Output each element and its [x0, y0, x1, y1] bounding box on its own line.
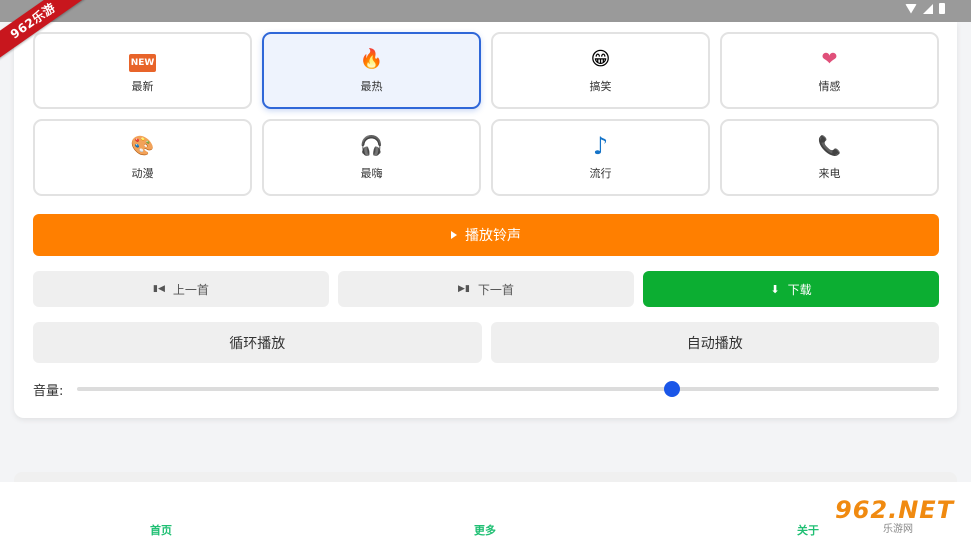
next-button[interactable]: ▶▮ 下一首	[338, 271, 634, 307]
category-label: 情感	[818, 79, 841, 93]
volume-slider-thumb[interactable]	[663, 381, 680, 397]
control-row: ▮◀ 上一首 ▶▮ 下一首 ⬇ 下载	[33, 271, 939, 307]
download-button[interactable]: ⬇ 下载	[643, 271, 939, 307]
download-label: 下载	[787, 282, 812, 297]
play-label: 播放铃声	[465, 228, 521, 244]
category-funny[interactable]: 😁 搞笑	[491, 32, 710, 109]
skip-previous-icon: ▮◀	[153, 284, 165, 294]
category-grid: NEW 最新 🔥 最热 😁 搞笑 ❤ 情感 🎨 动漫 🎧 最嗨 ♪ 流行 📞 来…	[33, 32, 939, 196]
category-hot[interactable]: 🔥 最热	[262, 32, 481, 109]
category-label: 最嗨	[360, 166, 383, 180]
heart-icon: ❤	[821, 47, 838, 70]
wifi-icon	[905, 3, 917, 14]
category-latest[interactable]: NEW 最新	[33, 32, 252, 109]
palette-icon: 🎨	[130, 134, 155, 157]
skip-next-icon: ▶▮	[458, 284, 470, 294]
loop-play-button[interactable]: 循环播放	[33, 322, 482, 363]
fire-icon: 🔥	[359, 47, 384, 70]
player-card: NEW 最新 🔥 最热 😁 搞笑 ❤ 情感 🎨 动漫 🎧 最嗨 ♪ 流行 📞 来…	[14, 22, 957, 418]
music-note-icon: ♪	[592, 131, 609, 160]
category-label: 流行	[589, 166, 612, 180]
category-label: 搞笑	[589, 79, 612, 93]
category-party[interactable]: 🎧 最嗨	[262, 119, 481, 196]
headphones-icon: 🎧	[359, 134, 384, 157]
category-label: 最热	[360, 79, 383, 93]
play-ringtone-button[interactable]: 播放铃声	[33, 214, 939, 256]
category-label: 来电	[818, 166, 841, 180]
category-emotion[interactable]: ❤ 情感	[720, 32, 939, 109]
autoplay-button[interactable]: 自动播放	[490, 322, 939, 363]
battery-icon	[939, 3, 945, 14]
category-pop[interactable]: ♪ 流行	[491, 119, 710, 196]
nav-about[interactable]: 关于	[797, 522, 819, 538]
category-ringtone[interactable]: 📞 来电	[720, 119, 939, 196]
category-label: 动漫	[131, 166, 154, 180]
watermark-sub: 乐游网	[883, 523, 913, 535]
category-anime[interactable]: 🎨 动漫	[33, 119, 252, 196]
new-icon: NEW	[128, 48, 157, 72]
previous-label: 上一首	[172, 282, 209, 297]
download-icon: ⬇	[770, 282, 780, 296]
nav-more[interactable]: 更多	[474, 522, 496, 538]
category-label: 最新	[131, 79, 154, 93]
next-label: 下一首	[477, 282, 514, 297]
mode-row: 循环播放 自动播放	[33, 322, 939, 363]
signal-icon	[923, 3, 933, 14]
bottom-nav: 首页 更多 关于	[0, 482, 971, 546]
grin-icon: 😁	[590, 47, 611, 70]
phone-icon: 📞	[817, 134, 842, 157]
play-icon	[451, 231, 457, 239]
status-bar	[0, 0, 971, 22]
volume-control: 音量:	[33, 379, 939, 399]
volume-label: 音量:	[33, 383, 64, 399]
previous-button[interactable]: ▮◀ 上一首	[33, 271, 329, 307]
volume-slider[interactable]	[77, 381, 939, 397]
watermark-logo: 962.NET 乐游网	[835, 492, 965, 538]
nav-home[interactable]: 首页	[150, 522, 172, 538]
